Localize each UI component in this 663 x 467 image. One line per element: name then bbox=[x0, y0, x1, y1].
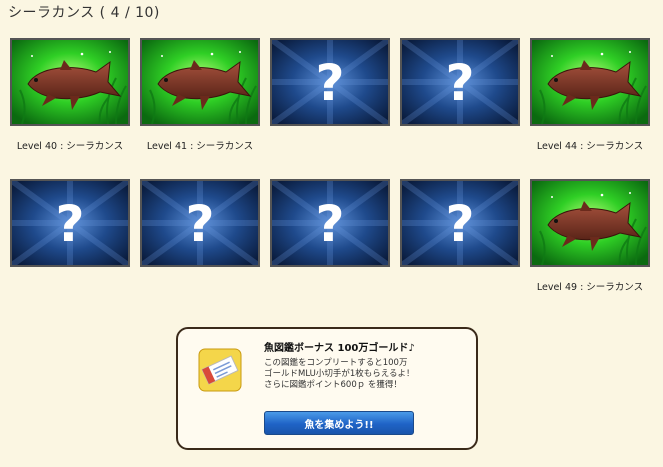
unknown-fish-illustration: ? bbox=[12, 181, 128, 265]
collect-fish-button[interactable]: 魚を集めよう!! bbox=[264, 411, 414, 435]
question-mark-icon: ? bbox=[445, 54, 474, 112]
card-caption-level-44: Level 44 : シーラカンス bbox=[536, 141, 644, 152]
locked-fish-card[interactable]: ? bbox=[400, 38, 520, 126]
bonus-description-line: さらに図鑑ポイント600ｐ を獲得！ bbox=[264, 380, 402, 390]
question-mark-icon: ? bbox=[55, 195, 84, 253]
unknown-fish-illustration: ? bbox=[142, 181, 258, 265]
bonus-title: 魚図鑑ボーナス 100万ゴールド♪ bbox=[264, 343, 415, 354]
gold-check-icon bbox=[198, 348, 242, 392]
coelacanth-illustration bbox=[532, 181, 648, 265]
bonus-panel: 魚図鑑ボーナス 100万ゴールド♪ この図鑑をコンプリートすると100万 ゴール… bbox=[176, 327, 478, 450]
card-caption-level-40: Level 40 : シーラカンス bbox=[16, 141, 124, 152]
unknown-fish-illustration: ? bbox=[402, 181, 518, 265]
question-mark-icon: ? bbox=[185, 195, 214, 253]
bonus-description-line: ゴールドMLU小切手が1枚もらえるよ！ bbox=[264, 369, 415, 379]
locked-fish-card[interactable]: ? bbox=[10, 179, 130, 267]
card-caption-level-49: Level 49 : シーラカンス bbox=[536, 282, 644, 293]
fish-card-level-40[interactable] bbox=[10, 38, 130, 126]
fish-card-level-41[interactable] bbox=[140, 38, 260, 126]
coelacanth-illustration bbox=[12, 40, 128, 124]
locked-fish-card[interactable]: ? bbox=[270, 179, 390, 267]
page-title: シーラカンス ( 4 / 10) bbox=[8, 5, 160, 21]
card-caption-level-41: Level 41 : シーラカンス bbox=[146, 141, 254, 152]
fish-card-level-49[interactable] bbox=[530, 179, 650, 267]
bonus-description-line: この図鑑をコンプリートすると100万 bbox=[264, 358, 408, 368]
question-mark-icon: ? bbox=[315, 54, 344, 112]
unknown-fish-illustration: ? bbox=[402, 40, 518, 124]
locked-fish-card[interactable]: ? bbox=[270, 38, 390, 126]
locked-fish-card[interactable]: ? bbox=[400, 179, 520, 267]
locked-fish-card[interactable]: ? bbox=[140, 179, 260, 267]
unknown-fish-illustration: ? bbox=[272, 181, 388, 265]
unknown-fish-illustration: ? bbox=[272, 40, 388, 124]
fish-card-level-44[interactable] bbox=[530, 38, 650, 126]
coelacanth-illustration bbox=[142, 40, 258, 124]
question-mark-icon: ? bbox=[315, 195, 344, 253]
coelacanth-illustration bbox=[532, 40, 648, 124]
bonus-description: この図鑑をコンプリートすると100万 ゴールドMLU小切手が1枚もらえるよ！ さ… bbox=[264, 358, 464, 391]
question-mark-icon: ? bbox=[445, 195, 474, 253]
